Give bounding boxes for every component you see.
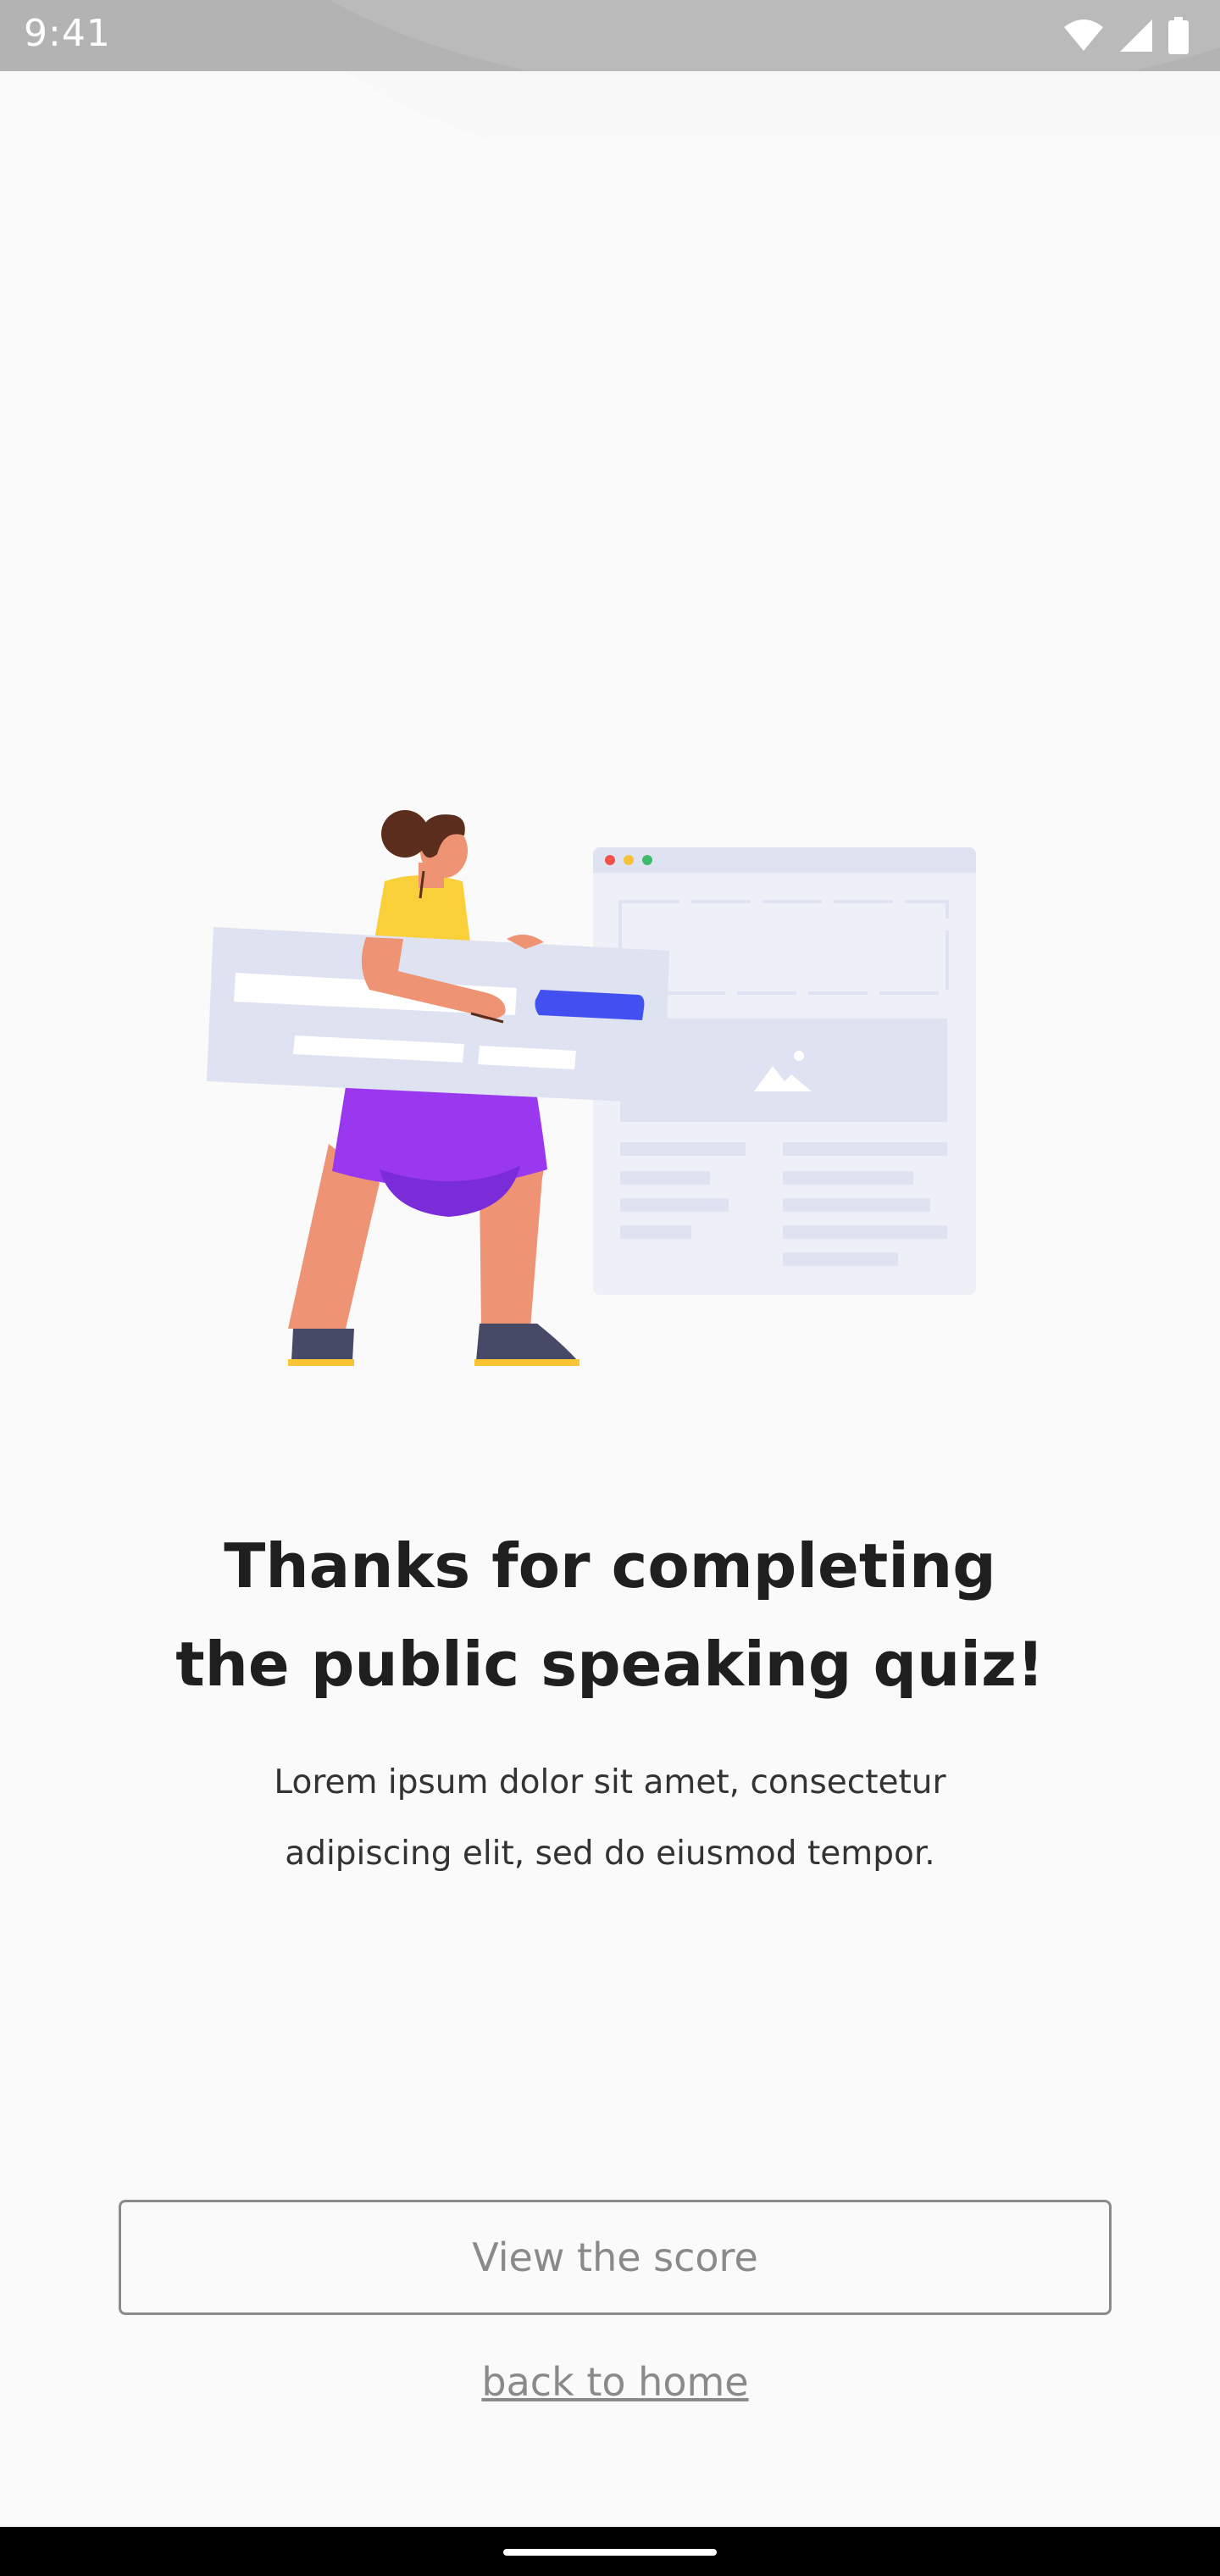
title-line-1: Thanks for completing: [224, 1530, 996, 1602]
page-title: Thanks for completing the public speakin…: [102, 1517, 1118, 1713]
status-bar: 9:41: [0, 0, 1220, 71]
card-illustration: [207, 927, 669, 1103]
back-to-home-link[interactable]: back to home: [356, 2359, 874, 2405]
status-time: 9:41: [24, 12, 111, 55]
quiz-complete-screen: 9:41 Thanks for completing the public sp…: [0, 0, 1220, 2576]
page-description: Lorem ipsum dolor sit amet, consectetur …: [169, 1747, 1051, 1890]
system-navigation-bar: [0, 2527, 1220, 2576]
quiz-complete-illustration: [207, 810, 976, 1366]
home-indicator[interactable]: [503, 2549, 717, 2556]
description-line-1: Lorem ipsum dolor sit amet, consectetur: [274, 1763, 946, 1802]
wifi-icon: [1064, 19, 1103, 51]
description-line-2: adipiscing elit, sed do eiusmod tempor.: [285, 1835, 935, 1873]
battery-icon: [1168, 17, 1189, 54]
cellular-signal-icon: [1120, 19, 1152, 52]
status-icons: [1062, 15, 1190, 56]
view-score-button[interactable]: View the score: [119, 2200, 1112, 2315]
title-line-2: the public speaking quiz!: [175, 1629, 1045, 1700]
